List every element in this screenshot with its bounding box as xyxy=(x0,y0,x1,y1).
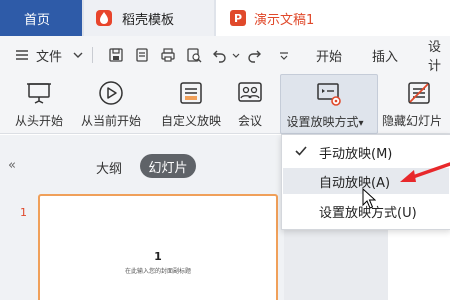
tab-outline[interactable]: 大纲 xyxy=(96,158,122,177)
tab-home-label: 首页 xyxy=(24,12,51,28)
collapse-panel-icon[interactable]: « xyxy=(8,158,16,173)
print-icon[interactable] xyxy=(160,47,176,63)
tab-insert-label: 插入 xyxy=(372,49,399,65)
ribbon-slideshow: 从头开始 从当前开始 自定义放映 会议 设置放映方式▾ 隐藏幻灯片 xyxy=(0,74,450,134)
window-tab-bar: 首页 稻壳模板 P 演示文稿1 xyxy=(0,0,450,36)
chevron-down-icon: ▾ xyxy=(358,118,364,129)
tab-design-label: 设计 xyxy=(428,40,442,74)
tab-docer-templates[interactable]: 稻壳模板 xyxy=(84,0,214,36)
save-icon[interactable] xyxy=(108,47,124,63)
redo-icon[interactable] xyxy=(246,47,262,63)
tab-design[interactable]: 设计 xyxy=(428,36,450,74)
play-circle-icon xyxy=(98,80,124,106)
tab-home[interactable]: 首页 xyxy=(0,0,82,36)
docer-logo-icon xyxy=(96,10,112,26)
thumbnail-title: 1 xyxy=(154,250,162,263)
auto-playback-label: 自动放映(A) xyxy=(319,175,391,191)
thumbnail-subtitle: 在此输入您的封面副标题 xyxy=(124,268,191,275)
tab-slides[interactable]: 幻灯片 xyxy=(140,154,196,178)
meeting-icon xyxy=(237,80,263,106)
slide-number: 1 xyxy=(20,206,27,219)
start-from-current-button[interactable]: 从当前开始 xyxy=(72,74,150,134)
hamburger-menu-icon[interactable] xyxy=(14,47,30,63)
custom-show-label: 自定义放映 xyxy=(160,114,221,128)
tab-document-label: 演示文稿1 xyxy=(254,12,315,28)
start-from-beginning-button[interactable]: 从头开始 xyxy=(8,74,70,134)
hide-slide-label: 隐藏幻灯片 xyxy=(382,114,443,128)
meeting-button[interactable]: 会议 xyxy=(230,74,270,134)
tab-start[interactable]: 开始 xyxy=(316,36,342,74)
custom-show-icon xyxy=(178,80,204,106)
hide-slide-button[interactable]: 隐藏幻灯片 xyxy=(380,74,450,134)
projector-icon xyxy=(26,80,52,106)
manual-playback-label: 手动放映(M) xyxy=(319,146,393,162)
undo-icon[interactable] xyxy=(212,47,228,63)
checkmark-icon xyxy=(295,145,307,157)
slideshow-settings-button[interactable]: 设置放映方式▾ xyxy=(280,74,378,134)
slide-thumbnail[interactable]: 1 在此输入您的封面副标题 xyxy=(38,194,278,300)
start-from-current-label: 从当前开始 xyxy=(80,114,141,128)
print-preview-icon[interactable] xyxy=(186,47,202,63)
mouse-cursor-icon xyxy=(362,187,377,210)
start-from-beginning-label: 从头开始 xyxy=(14,114,63,128)
slideshow-settings-icon xyxy=(316,81,342,107)
customize-toolbar-icon[interactable] xyxy=(276,47,288,63)
file-menu-label: 文件 xyxy=(36,49,63,65)
menu-divider xyxy=(92,47,93,63)
hide-slide-icon xyxy=(406,80,432,106)
meeting-label: 会议 xyxy=(237,114,262,128)
undo-dropdown-icon[interactable] xyxy=(228,47,240,63)
menu-row: 文件 开始 插入 设计 xyxy=(0,36,450,74)
tab-docer-label: 稻壳模板 xyxy=(122,12,175,28)
export-pdf-icon[interactable] xyxy=(134,47,150,63)
tab-start-label: 开始 xyxy=(316,49,343,65)
slideshow-settings-text: 设置放映方式 xyxy=(286,115,359,129)
slideshow-settings-label: 设置放映方式▾ xyxy=(277,113,373,130)
presentation-logo-icon: P xyxy=(230,10,246,26)
tab-presentation-document[interactable]: P 演示文稿1 xyxy=(216,0,450,36)
chevron-down-icon[interactable] xyxy=(70,47,86,63)
red-arrow-annotation xyxy=(396,158,450,186)
tab-insert[interactable]: 插入 xyxy=(372,36,398,74)
file-menu-button[interactable]: 文件 xyxy=(36,36,62,74)
custom-show-button[interactable]: 自定义放映 xyxy=(154,74,228,134)
